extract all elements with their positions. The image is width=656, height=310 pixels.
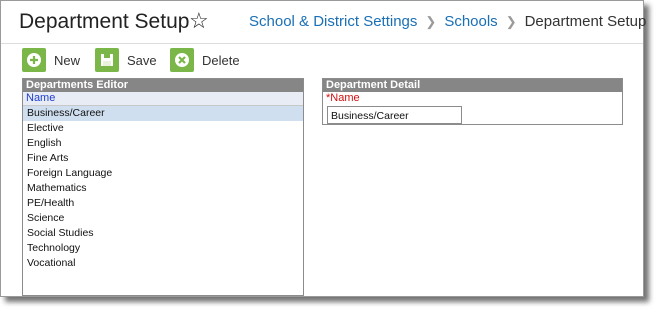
delete-x-icon <box>170 48 194 72</box>
department-list: Business/Career Elective English Fine Arts F… <box>23 106 303 271</box>
plus-icon <box>22 48 46 72</box>
departments-editor-panel: Departments Editor Name Business/Career E… <box>22 78 304 296</box>
list-item[interactable]: Elective <box>23 121 303 136</box>
page-title: Department Setup <box>19 10 190 33</box>
departments-editor-title: Departments Editor <box>23 79 303 92</box>
department-detail-title: Department Detail <box>323 79 622 92</box>
breadcrumb-school-district-settings[interactable]: School & District Settings <box>249 13 417 30</box>
breadcrumb: School & District Settings ❯ Schools ❯ Depar… <box>249 13 646 30</box>
list-item[interactable]: PE/Health <box>23 196 303 211</box>
chevron-right-icon: ❯ <box>505 14 517 29</box>
favorite-star-icon[interactable]: ☆ <box>189 8 209 34</box>
list-item[interactable]: Foreign Language <box>23 166 303 181</box>
list-item[interactable]: Fine Arts <box>23 151 303 166</box>
save-icon <box>95 48 119 72</box>
new-button[interactable]: New <box>22 47 80 73</box>
list-item[interactable]: Mathematics <box>23 181 303 196</box>
list-item[interactable]: Business/Career <box>23 106 303 121</box>
page-header: Department Setup ☆ School & District Set… <box>1 1 646 44</box>
new-label: New <box>54 52 81 68</box>
breadcrumb-current: Department Setup <box>524 13 647 30</box>
name-field-label: *Name <box>326 92 360 104</box>
list-item[interactable]: Social Studies <box>23 226 303 241</box>
department-detail-panel: Department Detail *Name <box>322 78 623 125</box>
delete-label: Delete <box>202 52 240 68</box>
list-item[interactable]: Technology <box>23 241 303 256</box>
chevron-right-icon: ❯ <box>425 14 437 29</box>
name-field[interactable] <box>327 106 462 124</box>
name-column-header[interactable]: Name <box>23 92 303 106</box>
list-item[interactable]: Science <box>23 211 303 226</box>
app-window: Department Setup ☆ School & District Set… <box>0 0 646 297</box>
save-label: Save <box>127 52 157 68</box>
list-item[interactable]: Vocational <box>23 256 303 271</box>
save-button[interactable]: Save <box>95 47 157 73</box>
breadcrumb-schools[interactable]: Schools <box>444 13 497 30</box>
delete-button[interactable]: Delete <box>170 47 240 73</box>
list-item[interactable]: English <box>23 136 303 151</box>
